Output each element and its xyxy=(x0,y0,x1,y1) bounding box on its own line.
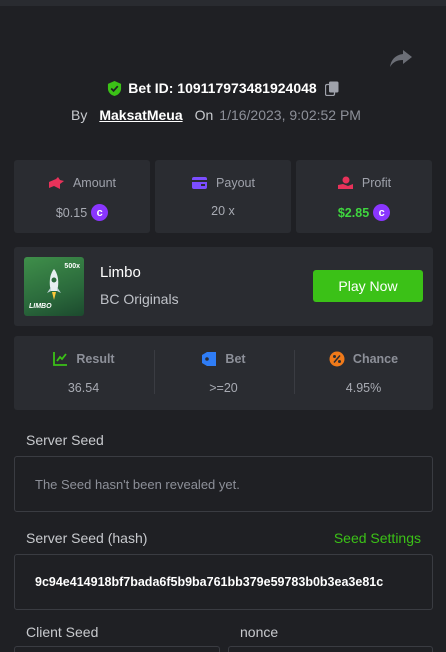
server-seed-field[interactable]: The Seed hasn't been revealed yet. xyxy=(14,456,433,512)
amount-card: Amount $0.15 c xyxy=(14,160,150,233)
amount-icon xyxy=(48,177,64,189)
coin-icon: c xyxy=(373,204,391,221)
seed-settings-link[interactable]: Seed Settings xyxy=(334,530,421,546)
client-seed-label: Client Seed xyxy=(26,624,99,640)
payout-icon xyxy=(192,177,208,189)
nonce-label: nonce xyxy=(240,624,279,640)
payout-label: Payout xyxy=(216,176,255,190)
copy-icon[interactable] xyxy=(324,81,339,96)
server-seed-hash-label: Server Seed (hash) xyxy=(26,530,148,546)
payout-value: 20 x xyxy=(211,204,235,218)
chance-label: Chance xyxy=(352,352,399,366)
bet-value: >=20 xyxy=(209,381,238,395)
on-label: On xyxy=(194,107,214,123)
bet-author-row: By MaksatMeua On 1/16/2023, 9:02:52 PM xyxy=(71,105,361,125)
thumbnail-badge: 500x xyxy=(64,263,80,270)
payout-card: Payout 20 x xyxy=(155,160,291,233)
verified-shield-icon xyxy=(108,80,122,96)
share-icon[interactable] xyxy=(389,48,413,68)
username-link[interactable]: MaksatMeua xyxy=(99,107,182,123)
server-seed-label: Server Seed xyxy=(26,432,104,448)
bet-id-row: Bet ID: 10911797348192404​8 xyxy=(0,78,446,98)
result-label: Result xyxy=(76,352,115,366)
chance-value: 4.95% xyxy=(345,381,382,395)
amount-value: $0.15 xyxy=(55,205,88,220)
thumbnail-label: LIMBO xyxy=(29,303,52,310)
top-bar xyxy=(0,0,446,6)
nonce-field[interactable] xyxy=(228,646,433,652)
play-now-button[interactable]: Play Now xyxy=(313,270,423,302)
bet-label: Bet xyxy=(225,352,246,366)
result-icon xyxy=(53,352,68,366)
rocket-icon xyxy=(47,269,61,300)
profit-card: Profit $2.85 c xyxy=(296,160,432,233)
bet-tag-icon xyxy=(202,352,217,366)
coin-icon: c xyxy=(91,204,109,221)
server-seed-hash-field[interactable]: 9c94e414918bf7bada6f5b9ba761bb379e59783b… xyxy=(14,554,433,610)
bet-date: 1/16/2023, 9:02:52 PM xyxy=(219,107,361,123)
result-value: 36.54 xyxy=(67,381,100,395)
game-title: Limbo xyxy=(100,264,141,281)
bet-info-card: Result 36.54 Bet >=20 Chance 4.95% xyxy=(14,336,433,410)
result-column: Result 36.54 xyxy=(14,336,153,410)
server-seed-hash-value: 9c94e414918bf7bada6f5b9ba761bb379e59783b… xyxy=(35,575,384,589)
chance-column: Chance 4.95% xyxy=(294,336,433,410)
profit-value: $2.85 xyxy=(337,205,370,220)
by-label: By xyxy=(71,107,88,123)
client-seed-field[interactable] xyxy=(14,646,220,652)
amount-label: Amount xyxy=(72,176,117,190)
profit-label: Profit xyxy=(361,176,392,190)
chance-percent-icon xyxy=(329,351,345,367)
server-seed-value: The Seed hasn't been revealed yet. xyxy=(35,477,240,492)
game-subtitle: BC Originals xyxy=(100,291,179,307)
profit-icon xyxy=(337,176,353,189)
limbo-game-thumbnail[interactable]: 500x LIMBO xyxy=(24,257,84,316)
bet-column: Bet >=20 xyxy=(154,336,293,410)
bet-id: Bet ID: 10911797348192404​8 xyxy=(128,80,317,96)
game-card: 500x LIMBO Limbo BC Originals Play Now xyxy=(14,247,433,326)
